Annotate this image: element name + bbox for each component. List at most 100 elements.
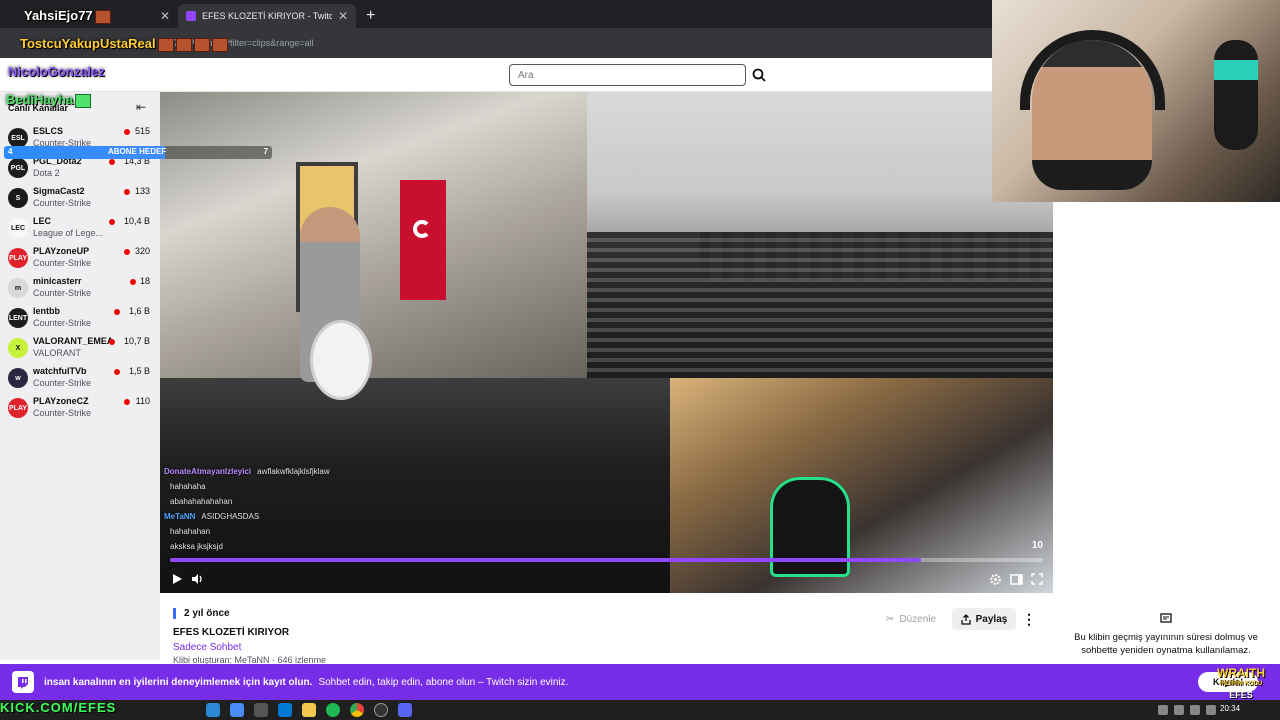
edit-label: Düzenle — [899, 613, 937, 625]
chat-message: hahahahan — [164, 524, 384, 539]
app-icon[interactable] — [230, 703, 244, 717]
taskbar-clock[interactable]: 20:34 — [1220, 704, 1240, 713]
emote-icon — [211, 37, 228, 52]
obs-icon[interactable] — [374, 703, 388, 717]
settings-button[interactable] — [986, 570, 1004, 588]
chat-replay-expired-panel: Bu klibin geçmiş yayınının süresi dolmuş… — [1060, 612, 1272, 657]
close-icon[interactable]: ✕ — [338, 9, 348, 23]
channel-game: Counter-Strike — [33, 288, 92, 298]
channel-name: ESLCS — [33, 126, 64, 136]
chat-message: aksksa jksjksjd — [164, 539, 384, 554]
search-input[interactable] — [509, 64, 746, 86]
chat-unavailable-icon — [1160, 613, 1172, 623]
chat-text: abahahahahahan — [170, 497, 233, 506]
channel-avatar: PLAY — [8, 248, 28, 268]
video-flag — [400, 180, 446, 300]
volume-icon — [192, 574, 202, 584]
viewer-count: 133 — [134, 186, 150, 196]
collapse-sidebar-icon[interactable]: ⇤ — [136, 100, 150, 114]
live-dot-icon — [124, 189, 131, 195]
chat-username: DonateAtmayanIzleyici — [164, 467, 252, 476]
close-icon[interactable]: ✕ — [160, 9, 170, 23]
volume-tray-icon[interactable] — [1206, 705, 1216, 715]
channel-name: watchfulTVb — [33, 366, 87, 376]
clip-title: EFES KLOZETİ KIRIYOR — [173, 627, 290, 638]
channel-name: PLAYzoneCZ — [33, 396, 89, 406]
viewer-count: 320 — [134, 246, 150, 256]
chat-message: MeTaNN ASIDGHASDAS — [164, 509, 384, 524]
live-dot-icon — [124, 249, 131, 255]
channel-avatar: S — [8, 188, 28, 208]
theatre-mode-icon — [1009, 573, 1023, 585]
channel-name: lentbb — [33, 306, 60, 316]
fullscreen-button[interactable] — [1028, 570, 1046, 588]
overlay-kick-link: KICK.COM/EFES — [0, 700, 117, 715]
progress-fill — [170, 558, 921, 562]
calculator-icon[interactable] — [254, 703, 268, 717]
chat-text: ASIDGHASDAS — [201, 512, 260, 521]
channel-avatar: LENT — [8, 308, 28, 328]
clip-time-label: 10 — [1031, 540, 1043, 551]
channel-name: LEC — [33, 216, 51, 226]
channel-game: Counter-Strike — [33, 258, 92, 268]
microphone-tray-icon[interactable] — [1190, 705, 1200, 715]
edge-icon[interactable] — [206, 703, 220, 717]
clip-player[interactable]: DonateAtmayanIzleyici awflakwfklajklsfjkl… — [160, 92, 1053, 593]
network-icon[interactable] — [1174, 705, 1184, 715]
channel-avatar: PGL — [8, 158, 28, 178]
emote-icon — [94, 9, 111, 24]
overlay-name: BediHayha — [6, 92, 92, 108]
tab-title: EFES KLOZETİ KIRIYOR - Twitch — [202, 11, 332, 21]
edit-button[interactable]: ✂ Düzenle — [878, 608, 944, 630]
twitch-logo-icon — [12, 671, 34, 693]
overlay-name: NicoloGonzalez — [8, 64, 105, 79]
sidebar-channel[interactable]: w watchfulTVb Counter-Strike 1,5 B — [0, 364, 160, 394]
volume-button[interactable] — [188, 570, 206, 588]
progress-bar[interactable] — [170, 558, 1043, 562]
sidebar-channel[interactable]: X VALORANT_EMEA VALORANT 10,7 B — [0, 334, 160, 364]
sidebar-channel[interactable]: m minicasterr Counter-Strike 18 — [0, 274, 160, 304]
overlay-name-text: NicoloGonzalez — [8, 64, 105, 79]
scissors-icon: ✂ — [885, 613, 895, 625]
channel-avatar: X — [8, 338, 28, 358]
live-dot-icon — [124, 399, 131, 405]
emote-icon — [193, 37, 210, 52]
viewer-count: 110 — [135, 396, 150, 406]
outlook-icon[interactable] — [278, 703, 292, 717]
sidebar-channel[interactable]: PLAY PLAYzoneUP Counter-Strike 320 — [0, 244, 160, 274]
tray-chevron-icon[interactable] — [1158, 705, 1168, 715]
fullscreen-icon — [1031, 573, 1043, 585]
play-button[interactable] — [168, 570, 186, 588]
overlay-name-text: BediHayha — [6, 92, 74, 107]
viewer-count: 1,6 B — [128, 306, 150, 316]
sidebar-channel[interactable]: LEC LEC League of Lege... 10,4 B — [0, 214, 160, 244]
folder-icon[interactable] — [302, 703, 316, 717]
chrome-icon[interactable] — [350, 703, 364, 717]
clip-category-link[interactable]: Sadece Sohbet — [173, 642, 241, 653]
gear-icon — [989, 573, 1001, 585]
spotify-icon[interactable] — [326, 703, 340, 717]
search-button[interactable] — [748, 64, 770, 86]
streamer-webcam — [992, 0, 1280, 202]
sidebar-channel[interactable]: PLAY PLAYzoneCZ Counter-Strike 110 — [0, 394, 160, 424]
sub-goal-bar: 4 ABONE HEDEF 7 — [4, 146, 272, 159]
share-button[interactable]: Paylaş — [952, 608, 1016, 630]
new-tab-button[interactable]: + — [356, 4, 385, 28]
clip-age: 2 yıl önce — [173, 608, 230, 619]
sponsor-logo: WRAITH İNDİRİM KODU EFES — [1208, 667, 1274, 701]
live-dot-icon — [108, 219, 115, 225]
more-options-button[interactable]: ⋮ — [1022, 608, 1036, 630]
sidebar-channel[interactable]: LENT lentbb Counter-Strike 1,6 B — [0, 304, 160, 334]
sponsor-code-label: İNDİRİM KODU — [1219, 681, 1263, 687]
theatre-mode-button[interactable] — [1007, 570, 1025, 588]
video-gaming-chair — [770, 477, 850, 577]
chat-message: DonateAtmayanIzleyici awflakwfklajklsfjkl… — [164, 464, 384, 479]
sidebar-channel[interactable]: S SigmaCast2 Counter-Strike 133 — [0, 184, 160, 214]
overlay-name-text: TostcuYakupUstaReal — [20, 36, 156, 51]
chat-username: MeTaNN — [164, 512, 196, 521]
goal-current: 4 — [8, 147, 13, 156]
chat-message: abahahahahahan — [164, 494, 384, 509]
discord-icon[interactable] — [398, 703, 412, 717]
windows-taskbar: 20:34 — [0, 700, 1280, 720]
browser-tab-active[interactable]: EFES KLOZETİ KIRIYOR - Twitch ✕ — [178, 4, 356, 28]
